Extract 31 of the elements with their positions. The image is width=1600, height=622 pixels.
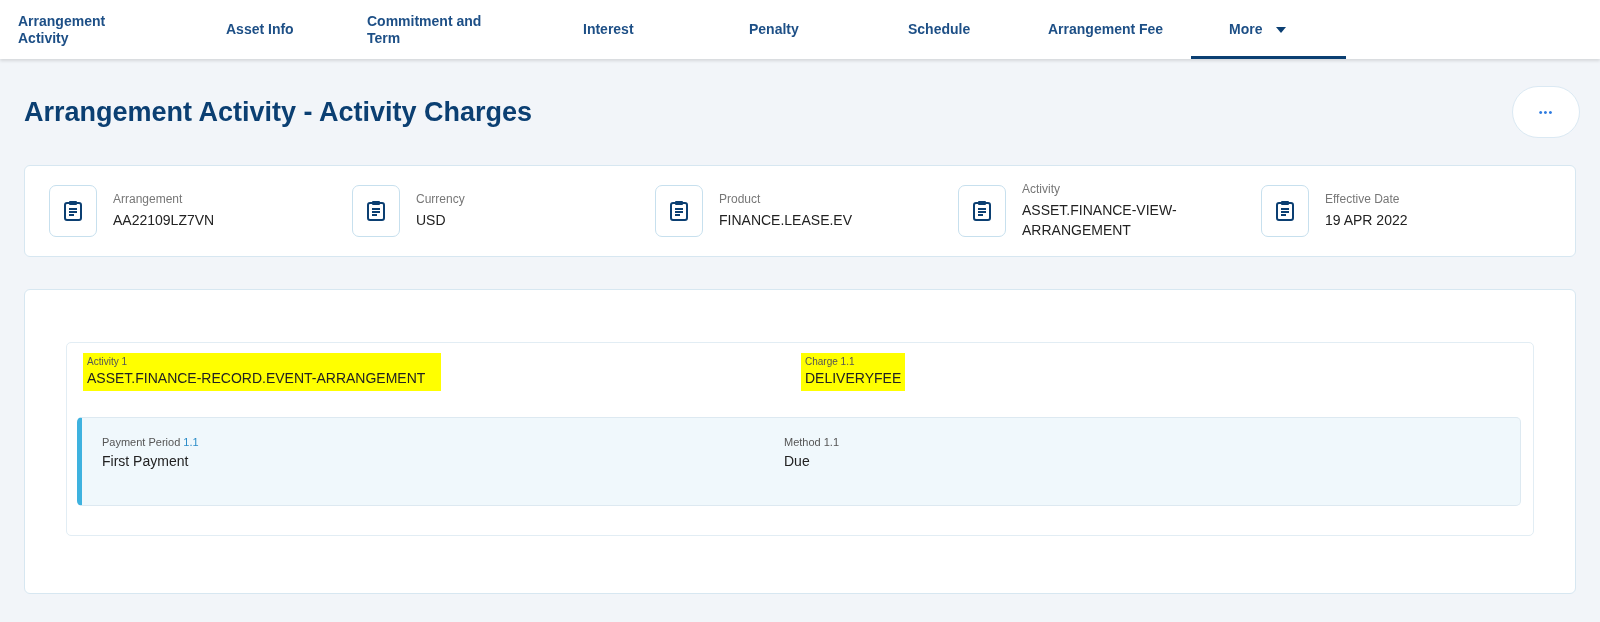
field-label: Arrangement (113, 192, 184, 206)
clipboard-icon (972, 200, 992, 222)
field-value: 19 APR 2022 (1325, 211, 1409, 230)
nav-tab[interactable]: Arrangement Activity (18, 0, 226, 59)
nav-tab[interactable]: Interest (583, 0, 749, 59)
field-label: Effective Date (1325, 192, 1401, 206)
nav-tab[interactable]: Penalty (749, 0, 908, 59)
field-value: USD (416, 211, 447, 230)
field-value: ASSET.FINANCE-VIEW-ARRANGEMENT (1022, 201, 1178, 240)
nav-tab[interactable]: Asset Info (226, 0, 367, 59)
more-options-button[interactable]: ••• (1512, 86, 1580, 138)
field-label: Activity (1022, 182, 1061, 196)
nav-tab[interactable]: Commitment and Term (367, 0, 583, 59)
clipboard-icon (669, 200, 689, 222)
clipboard-icon (1275, 200, 1295, 222)
field-label: Currency (416, 192, 466, 206)
field-value: AA22109LZ7VN (113, 211, 216, 230)
nav-tab[interactable]: Schedule (908, 0, 1048, 59)
highlighted-field: Activity 1 ASSET.FINANCE-RECORD.EVENT-ARRANGEMENT (83, 353, 441, 391)
highlighted-field: Charge 1.1 DELIVERYFEE (801, 353, 906, 391)
clipboard-icon (366, 200, 386, 222)
nav-tab[interactable]: Arrangement Fee (1048, 0, 1191, 59)
field-label: Product (719, 192, 762, 206)
nav-tab[interactable]: More (1191, 0, 1346, 59)
field-label: Method 1.1 (784, 436, 840, 448)
field-value: Due (784, 453, 811, 469)
page-title: Arrangement Activity - Activity Charges (24, 96, 533, 128)
field-value: FINANCE.LEASE.EV (719, 211, 854, 230)
field-value: First Payment (102, 453, 190, 469)
clipboard-icon (63, 200, 83, 222)
field-label: Payment Period 1.1 (102, 436, 200, 448)
